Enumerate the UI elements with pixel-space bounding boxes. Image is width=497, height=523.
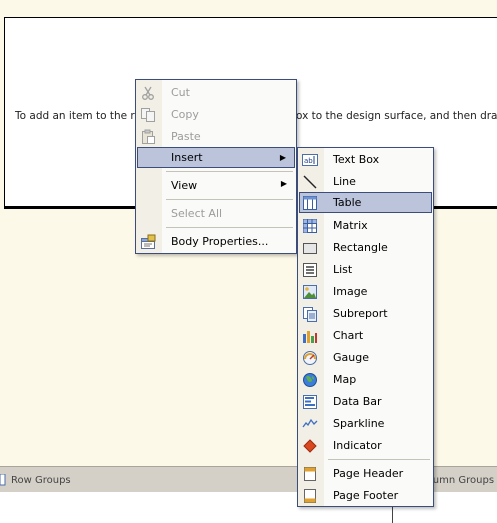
- textbox-icon: ab: [302, 154, 318, 166]
- menu-item-label: Select All: [171, 207, 223, 220]
- menu-item-image[interactable]: Image: [299, 281, 432, 302]
- menu-item-data-bar[interactable]: Data Bar: [299, 391, 432, 412]
- menu-item-label: Line: [333, 175, 356, 188]
- menu-item-label: Data Bar: [333, 395, 382, 408]
- menu-item-label: Chart: [333, 329, 364, 342]
- indicator-icon: [303, 439, 317, 453]
- design-hint-text-right: ox to the design surface, and then drag …: [296, 110, 497, 122]
- menu-item-matrix[interactable]: Matrix: [299, 215, 432, 236]
- design-hint-text-left: To add an item to the rep: [15, 110, 148, 122]
- column-groups-label[interactable]: lumn Groups: [430, 475, 494, 486]
- databar-icon: [303, 395, 317, 409]
- menu-item-label: Matrix: [333, 219, 368, 232]
- context-menu: Cut Copy Paste Insert ▶ View ▶ Select Al…: [135, 79, 297, 254]
- map-icon: [303, 373, 317, 387]
- menu-item-label: Gauge: [333, 351, 369, 364]
- page-footer-icon: [304, 489, 316, 503]
- menu-item-label: Page Header: [333, 467, 404, 480]
- menu-item-label: Insert: [171, 151, 203, 164]
- menu-item-label: Subreport: [333, 307, 388, 320]
- menu-separator: [166, 199, 293, 200]
- sparkline-icon: [302, 418, 318, 428]
- line-icon: [303, 175, 317, 189]
- menu-item-label: View: [171, 179, 198, 192]
- submenu-arrow-icon: ▶: [279, 153, 286, 162]
- menu-item-view[interactable]: View ▶: [137, 175, 295, 196]
- matrix-icon: [303, 219, 317, 233]
- row-groups-label[interactable]: Row Groups: [11, 475, 71, 486]
- menu-item-label: Indicator: [333, 439, 382, 452]
- menu-item-label: Body Properties...: [171, 235, 269, 248]
- insert-submenu: ab Text Box Line Table Matrix Rectangle …: [297, 147, 434, 507]
- copy-icon: [141, 108, 155, 122]
- submenu-arrow-icon: ▶: [280, 179, 287, 188]
- rectangle-icon: [303, 243, 317, 254]
- properties-icon: [141, 234, 156, 249]
- menu-item-indicator[interactable]: Indicator: [299, 435, 432, 456]
- subreport-icon: [303, 307, 317, 322]
- menu-separator: [328, 459, 430, 460]
- menu-item-chart[interactable]: Chart: [299, 325, 432, 346]
- menu-item-label: Image: [333, 285, 368, 298]
- svg-text:ab: ab: [304, 157, 313, 165]
- menu-item-rectangle[interactable]: Rectangle: [299, 237, 432, 258]
- scissors-icon: [142, 86, 154, 100]
- menu-item-label: Table: [333, 196, 362, 209]
- menu-item-label: Page Footer: [333, 489, 399, 502]
- menu-item-label: Sparkline: [333, 417, 385, 430]
- menu-item-copy[interactable]: Copy: [137, 104, 295, 125]
- gauge-icon: [303, 351, 317, 365]
- menu-item-page-header[interactable]: Page Header: [299, 463, 432, 484]
- menu-item-line[interactable]: Line: [299, 171, 432, 192]
- menu-item-label: Copy: [171, 108, 199, 121]
- menu-item-sparkline[interactable]: Sparkline: [299, 413, 432, 434]
- menu-item-map[interactable]: Map: [299, 369, 432, 390]
- menu-item-gauge[interactable]: Gauge: [299, 347, 432, 368]
- menu-separator: [166, 227, 293, 228]
- paste-icon: [142, 129, 155, 144]
- menu-item-table[interactable]: Table: [299, 192, 432, 213]
- menu-item-insert[interactable]: Insert ▶: [137, 147, 295, 168]
- menu-item-label: Paste: [171, 130, 201, 143]
- image-icon: [303, 285, 317, 299]
- menu-item-label: Rectangle: [333, 241, 388, 254]
- menu-item-cut[interactable]: Cut: [137, 82, 295, 103]
- menu-item-list[interactable]: List: [299, 259, 432, 280]
- chart-icon: [303, 331, 317, 343]
- menu-item-label: List: [333, 263, 353, 276]
- page-header-icon: [304, 467, 316, 481]
- menu-item-body-properties[interactable]: Body Properties...: [137, 231, 295, 252]
- menu-item-paste[interactable]: Paste: [137, 126, 295, 147]
- menu-separator: [166, 171, 293, 172]
- menu-item-text-box[interactable]: ab Text Box: [299, 149, 432, 170]
- list-icon: [303, 263, 317, 277]
- menu-item-subreport[interactable]: Subreport: [299, 303, 432, 324]
- menu-item-select-all[interactable]: Select All: [137, 203, 295, 224]
- row-groups-icon: [0, 474, 6, 486]
- menu-item-label: Cut: [171, 86, 190, 99]
- menu-item-label: Text Box: [333, 153, 380, 166]
- table-icon: [303, 196, 317, 210]
- menu-item-label: Map: [333, 373, 357, 386]
- menu-item-page-footer[interactable]: Page Footer: [299, 485, 432, 506]
